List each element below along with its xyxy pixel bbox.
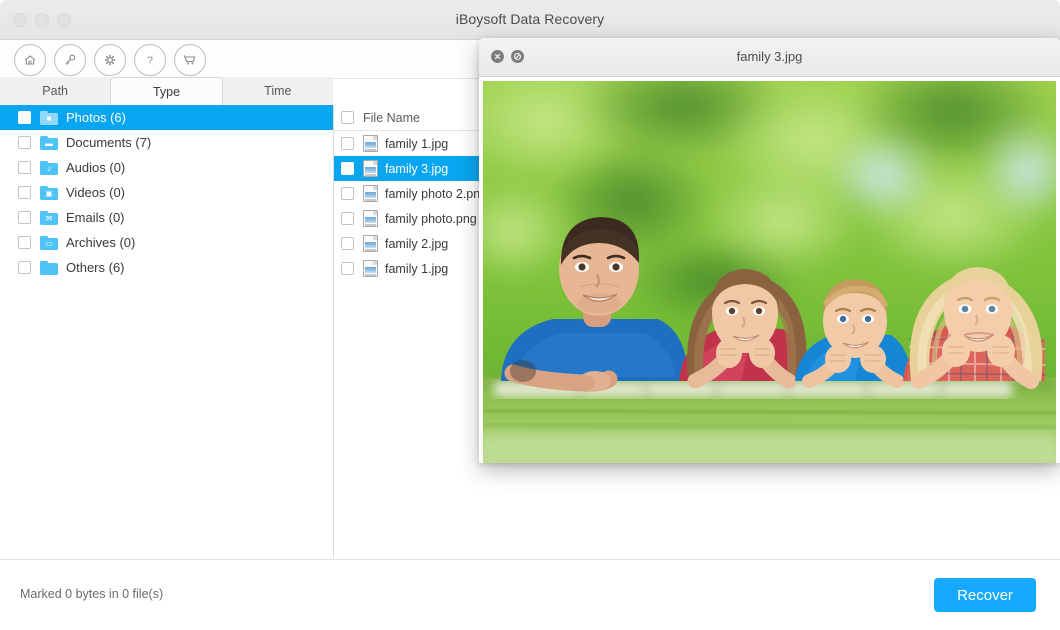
status-text: Marked 0 bytes in 0 file(s) bbox=[20, 587, 163, 601]
file-name-label: family photo 2.png bbox=[385, 187, 487, 201]
audios-folder-icon: ♪ bbox=[40, 161, 58, 175]
sidebar-item-label: Photos (6) bbox=[66, 110, 126, 125]
register-button[interactable] bbox=[54, 44, 86, 76]
family-photo-illustration bbox=[483, 81, 1056, 463]
select-all-checkbox[interactable] bbox=[341, 111, 354, 124]
audios-checkbox[interactable] bbox=[18, 161, 31, 174]
file-name-label: family 1.jpg bbox=[385, 262, 448, 276]
svg-text:?: ? bbox=[147, 55, 153, 67]
image-file-icon bbox=[363, 260, 378, 277]
sidebar-item-archives[interactable]: ▭ Archives (0) bbox=[0, 230, 333, 255]
status-bar: Marked 0 bytes in 0 file(s) bbox=[0, 559, 1060, 630]
tab-path[interactable]: Path bbox=[0, 77, 110, 105]
question-icon: ? bbox=[142, 52, 158, 68]
others-checkbox[interactable] bbox=[18, 261, 31, 274]
toolbar-buttons: ? bbox=[14, 44, 206, 76]
buy-button[interactable] bbox=[174, 44, 206, 76]
row-checkbox[interactable] bbox=[341, 237, 354, 250]
settings-button[interactable] bbox=[94, 44, 126, 76]
row-checkbox[interactable] bbox=[341, 262, 354, 275]
tab-type[interactable]: Type bbox=[110, 77, 222, 106]
photos-folder-icon: ■ bbox=[40, 111, 58, 125]
emails-checkbox[interactable] bbox=[18, 211, 31, 224]
row-checkbox[interactable] bbox=[341, 162, 354, 175]
sidebar-item-others[interactable]: Others (6) bbox=[0, 255, 333, 280]
sidebar-item-documents[interactable]: ▬ Documents (7) bbox=[0, 130, 333, 155]
file-name-label: family 2.jpg bbox=[385, 237, 448, 251]
videos-folder-icon: ▣ bbox=[40, 186, 58, 200]
others-folder-icon bbox=[40, 261, 58, 275]
image-file-icon bbox=[363, 235, 378, 252]
preview-image bbox=[483, 81, 1056, 463]
tab-time[interactable]: Time bbox=[223, 77, 333, 105]
home-icon bbox=[22, 52, 38, 68]
sidebar-item-label: Documents (7) bbox=[66, 135, 151, 150]
archives-checkbox[interactable] bbox=[18, 236, 31, 249]
window-titlebar: iBoysoft Data Recovery bbox=[0, 0, 1060, 40]
category-sidebar: ■ Photos (6) ▬ Documents (7) ♪ Audios (0… bbox=[0, 105, 334, 558]
help-button[interactable]: ? bbox=[134, 44, 166, 76]
category-tabbar: Path Type Time bbox=[0, 77, 333, 106]
preview-titlebar: family 3.jpg bbox=[479, 38, 1060, 77]
image-file-icon bbox=[363, 185, 378, 202]
gear-icon bbox=[102, 52, 118, 68]
sidebar-item-label: Videos (0) bbox=[66, 185, 125, 200]
image-preview-window: family 3.jpg bbox=[479, 38, 1060, 463]
sidebar-item-emails[interactable]: ✉ Emails (0) bbox=[0, 205, 333, 230]
videos-checkbox[interactable] bbox=[18, 186, 31, 199]
sidebar-item-label: Emails (0) bbox=[66, 210, 125, 225]
sidebar-item-audios[interactable]: ♪ Audios (0) bbox=[0, 155, 333, 180]
home-button[interactable] bbox=[14, 44, 46, 76]
cart-icon bbox=[182, 52, 198, 68]
image-file-icon bbox=[363, 160, 378, 177]
archives-folder-icon: ▭ bbox=[40, 236, 58, 250]
row-checkbox[interactable] bbox=[341, 212, 354, 225]
sidebar-item-label: Archives (0) bbox=[66, 235, 135, 250]
documents-checkbox[interactable] bbox=[18, 136, 31, 149]
emails-folder-icon: ✉ bbox=[40, 211, 58, 225]
file-name-label: family photo.png bbox=[385, 212, 477, 226]
sidebar-item-videos[interactable]: ▣ Videos (0) bbox=[0, 180, 333, 205]
sidebar-item-photos[interactable]: ■ Photos (6) bbox=[0, 105, 333, 130]
preview-body bbox=[479, 77, 1060, 463]
preview-filename: family 3.jpg bbox=[479, 49, 1060, 64]
sidebar-item-label: Audios (0) bbox=[66, 160, 125, 175]
row-checkbox[interactable] bbox=[341, 137, 354, 150]
file-name-label: family 1.jpg bbox=[385, 137, 448, 151]
sidebar-item-label: Others (6) bbox=[66, 260, 125, 275]
app-root: iBoysoft Data Recovery bbox=[0, 0, 1060, 630]
image-file-icon bbox=[363, 210, 378, 227]
row-checkbox[interactable] bbox=[341, 187, 354, 200]
key-icon bbox=[62, 52, 78, 68]
documents-folder-icon: ▬ bbox=[40, 136, 58, 150]
recover-button[interactable]: Recover bbox=[934, 578, 1036, 612]
window-title: iBoysoft Data Recovery bbox=[0, 11, 1060, 27]
photos-checkbox[interactable] bbox=[18, 111, 31, 124]
column-header-file-name[interactable]: File Name bbox=[363, 111, 420, 125]
image-file-icon bbox=[363, 135, 378, 152]
file-name-label: family 3.jpg bbox=[385, 162, 448, 176]
